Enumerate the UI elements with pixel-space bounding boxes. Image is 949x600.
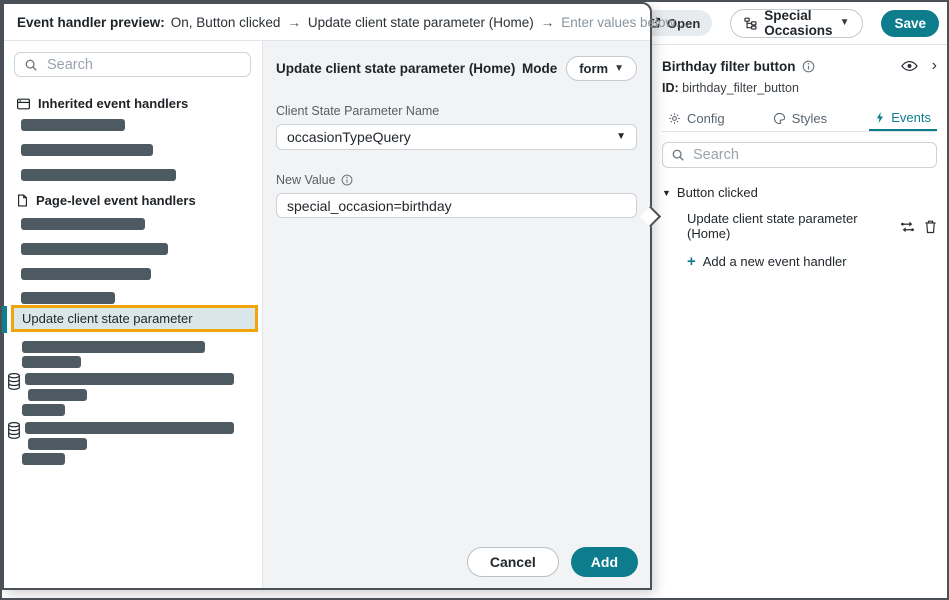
bolt-icon bbox=[875, 111, 885, 124]
preview-breadcrumb: Event handler preview: On, Button clicke… bbox=[4, 4, 650, 41]
skeleton-bar bbox=[21, 218, 145, 230]
collapse-triangle-icon: ▼ bbox=[662, 188, 671, 198]
skeleton-bar bbox=[21, 119, 125, 131]
gear-icon bbox=[668, 112, 681, 125]
palette-icon bbox=[773, 112, 786, 125]
inherited-handlers-heading: Inherited event handlers bbox=[16, 96, 188, 111]
selection-indicator bbox=[2, 306, 7, 333]
add-button[interactable]: Add bbox=[571, 547, 638, 577]
inspector-tabs: Config Styles Events bbox=[662, 105, 937, 132]
cancel-button[interactable]: Cancel bbox=[467, 547, 559, 577]
selected-handler-item[interactable]: Update client state parameter bbox=[11, 305, 258, 332]
component-header: Birthday filter button › bbox=[662, 58, 937, 74]
page-handlers-heading: Page-level event handlers bbox=[16, 193, 196, 208]
component-id: ID: birthday_filter_button bbox=[662, 81, 937, 95]
app-window: Open Special Occasions ▼ Save Birthday f… bbox=[0, 0, 949, 600]
event-handler-row[interactable]: Update client state parameter (Home) bbox=[662, 211, 937, 241]
mode-dropdown[interactable]: form ▼ bbox=[566, 56, 637, 81]
database-icon bbox=[7, 421, 21, 445]
chevron-right-icon[interactable]: › bbox=[932, 58, 937, 74]
trash-icon[interactable] bbox=[924, 219, 937, 234]
event-handler-list-pane: Inherited event handlers Page-level even… bbox=[4, 41, 263, 588]
form-title: Update client state parameter (Home) bbox=[276, 61, 515, 76]
skeleton-bar bbox=[22, 404, 65, 416]
skeleton-bar bbox=[21, 268, 151, 280]
component-inspector-panel: Birthday filter button › ID: birthday_fi… bbox=[652, 44, 947, 598]
event-group-button-clicked[interactable]: ▼ Button clicked bbox=[662, 185, 937, 200]
mode-label: Mode bbox=[522, 61, 557, 76]
info-icon[interactable] bbox=[802, 60, 815, 73]
new-value-label: New Value bbox=[276, 173, 637, 187]
plus-icon: + bbox=[687, 254, 696, 269]
handler-search bbox=[14, 52, 251, 77]
event-handler-preview-modal: Event handler preview: On, Button clicke… bbox=[2, 2, 652, 590]
skeleton-bar bbox=[28, 389, 87, 401]
events-search bbox=[662, 142, 937, 168]
param-name-select[interactable]: occasionTypeQuery ▼ bbox=[276, 124, 637, 150]
skeleton-bar bbox=[25, 373, 234, 385]
app-selector-dropdown[interactable]: Special Occasions ▼ bbox=[730, 9, 863, 38]
skeleton-bar bbox=[22, 356, 81, 368]
handler-form-pane: Update client state parameter (Home) Mod… bbox=[263, 41, 650, 588]
skeleton-bar bbox=[25, 422, 234, 434]
skeleton-bar bbox=[28, 438, 87, 450]
skeleton-bar bbox=[21, 169, 176, 181]
arrow-icon: → bbox=[540, 15, 556, 30]
skeleton-bar bbox=[21, 144, 153, 156]
events-search-input[interactable] bbox=[662, 142, 937, 168]
param-name-label: Client State Parameter Name bbox=[276, 104, 637, 118]
skeleton-bar bbox=[21, 243, 168, 255]
hierarchy-icon bbox=[744, 17, 757, 30]
chevron-down-icon: ▼ bbox=[840, 18, 850, 28]
eye-icon[interactable] bbox=[901, 60, 918, 72]
skeleton-bar bbox=[21, 292, 115, 304]
swap-icon[interactable] bbox=[900, 220, 915, 233]
skeleton-bar bbox=[22, 341, 205, 353]
top-toolbar: Open Special Occasions ▼ Save bbox=[652, 2, 947, 44]
browser-window-icon bbox=[16, 97, 31, 111]
tab-events[interactable]: Events bbox=[869, 105, 937, 131]
handler-search-input[interactable] bbox=[14, 52, 251, 77]
database-icon bbox=[7, 372, 21, 396]
tab-styles[interactable]: Styles bbox=[767, 105, 833, 131]
add-event-handler-button[interactable]: + Add a new event handler bbox=[662, 254, 937, 269]
save-button[interactable]: Save bbox=[881, 10, 939, 37]
new-value-input[interactable]: special_occasion=birthday bbox=[276, 193, 637, 218]
arrow-icon: → bbox=[286, 15, 302, 30]
component-name: Birthday filter button bbox=[662, 59, 796, 74]
info-icon bbox=[341, 174, 353, 186]
chevron-down-icon: ▼ bbox=[614, 64, 624, 74]
page-icon bbox=[16, 193, 29, 208]
tab-config[interactable]: Config bbox=[662, 105, 731, 131]
chevron-down-icon: ▼ bbox=[616, 132, 626, 142]
skeleton-bar bbox=[22, 453, 65, 465]
